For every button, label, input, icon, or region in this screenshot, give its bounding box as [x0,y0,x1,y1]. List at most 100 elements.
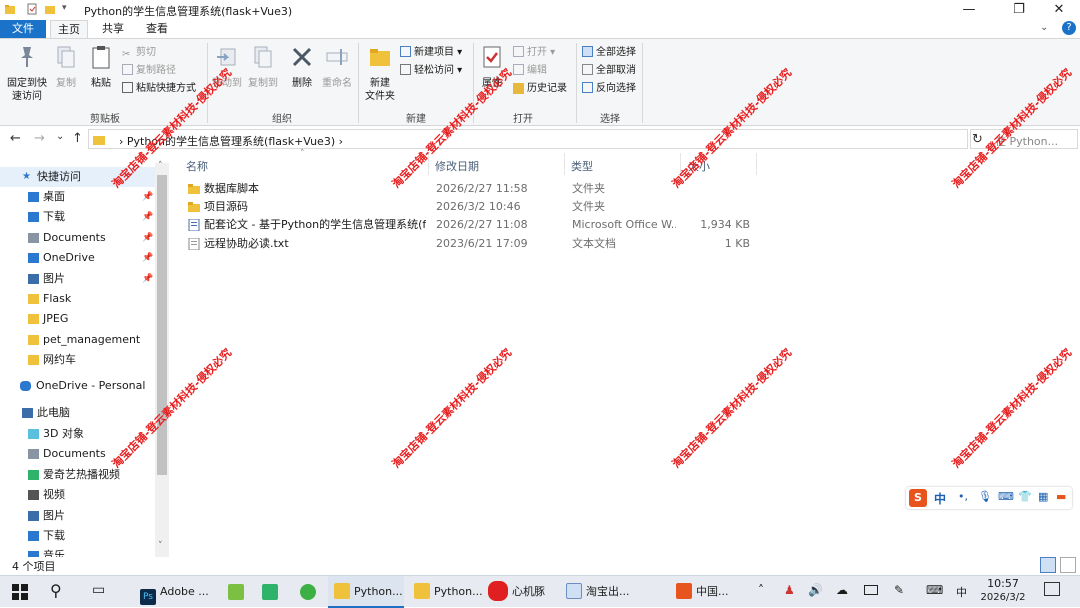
nav-onedrive-personal[interactable]: OneDrive - Personal [0,376,155,396]
nav-item[interactable]: 图片 📌 [0,269,155,289]
clock-time[interactable]: 10:57 [986,577,1020,590]
battery-icon[interactable] [864,585,878,595]
nav-item[interactable]: 下载 [0,526,155,546]
file-row[interactable]: 远程协助必读.txt 2023/6/21 17:09 文本文档 1 KB [186,235,766,253]
new-folder-button[interactable]: 新建 文件夹 [362,43,398,103]
nav-item[interactable]: 网约车 [0,350,155,370]
copy-button[interactable]: 复制 [52,43,80,90]
new-item-button[interactable]: 新建项目 ▾ [400,45,462,60]
ribbon-collapse-icon[interactable]: ⌄ [1040,22,1048,33]
nav-item[interactable]: 下载 📌 [0,207,155,227]
sogou-s-icon[interactable]: S [909,489,927,507]
close-button[interactable]: ✕ [1036,0,1080,20]
tab-home[interactable]: 主页 [50,20,88,38]
taskbar-app-explorer-2[interactable]: Python... [410,576,484,608]
nav-item[interactable]: 桌面 📌 [0,187,155,207]
select-all-button[interactable]: 全部选择 [582,45,636,60]
easy-access-button[interactable]: 轻松访问 ▾ [400,63,462,78]
column-separator[interactable] [564,153,565,175]
paste-shortcut-button[interactable]: 粘贴快捷方式 [122,81,196,96]
search-icon[interactable]: ⚲ [50,581,62,600]
nav-this-pc[interactable]: 此电脑 [0,403,155,423]
details-view-icon[interactable] [1040,557,1056,573]
large-icons-view-icon[interactable] [1060,557,1076,573]
rename-button[interactable]: 重命名 [320,43,354,90]
app-green-icon[interactable] [228,584,244,600]
task-view-icon[interactable]: ▭ [92,582,105,598]
ime-mode-label[interactable]: 中 [934,490,946,507]
pin-icon[interactable]: 📌 [142,228,153,248]
ime-indicator[interactable]: 中 [956,584,967,600]
up-button[interactable]: ↑ [72,131,83,146]
scroll-up-icon[interactable]: ˄ [158,161,163,171]
column-modified[interactable]: 修改日期 [435,158,479,174]
tab-view[interactable]: 查看 [138,20,176,38]
tab-file[interactable]: 文件 [0,20,46,38]
scroll-down-icon[interactable]: ˅ [158,541,163,551]
new-folder-qa-icon[interactable] [44,3,56,15]
recent-locations-button[interactable]: ⌄ [56,131,64,142]
column-type[interactable]: 类型 [571,158,593,174]
copy-to-button[interactable]: 复制到 [246,43,280,90]
back-button[interactable]: ← [10,131,21,146]
nav-item[interactable]: 爱奇艺热播视频 [0,465,155,485]
cloud-tray-icon[interactable]: ☁ [836,583,848,597]
pin-icon[interactable]: 📌 [142,187,153,207]
skin-icon[interactable]: 👕 [1018,490,1032,503]
pen-icon[interactable]: ✎ [894,583,904,597]
iqiyi-icon[interactable] [262,584,278,600]
keyboard-tray-icon[interactable]: ⌨ [926,583,943,597]
nav-item[interactable]: 图片 [0,506,155,526]
microphone-icon[interactable]: 🎙 [978,490,992,503]
column-separator[interactable] [756,153,757,175]
tray-app-icon[interactable]: ♟ [784,583,795,597]
taskbar-app-china[interactable]: 中国... [676,576,746,608]
edit-button[interactable]: 编辑 [513,63,547,78]
help-icon[interactable]: ? [1062,21,1076,35]
keyboard-icon[interactable]: ⌨ [998,490,1014,503]
paste-button[interactable]: 粘贴 [86,43,116,90]
column-name[interactable]: 名称 [186,158,208,174]
tray-chevron-icon[interactable]: ˄ [758,583,764,597]
address-bar[interactable]: › Python的学生信息管理系统(flask+Vue3) › [88,129,968,149]
wechat-icon[interactable] [300,584,316,600]
punctuation-icon[interactable]: •, [958,490,968,503]
history-button[interactable]: 历史记录 [513,81,567,96]
delete-button[interactable]: 删除 [288,43,316,90]
nav-item[interactable]: Flask [0,289,155,309]
tab-share[interactable]: 共享 [94,20,132,38]
minimize-button[interactable]: — [946,0,992,20]
windows-start-icon[interactable] [12,584,28,600]
nav-item[interactable]: pet_management [0,330,155,350]
file-row[interactable]: 配套论文 - 基于Python的学生信息管理系统(fla... 2026/2/27… [186,216,766,234]
forward-button[interactable]: → [34,131,45,146]
copy-path-button[interactable]: 复制路径 [122,63,176,78]
pin-icon[interactable]: 📌 [142,269,153,289]
nav-scrollbar[interactable]: ˄ ˅ [155,161,169,557]
select-none-button[interactable]: 全部取消 [582,63,636,78]
ime-menu-icon[interactable]: ▬ [1056,490,1066,503]
nav-item[interactable]: JPEG [0,309,155,329]
cut-button[interactable]: ✂ 剪切 [122,45,156,60]
taskbar-app-taobao[interactable]: 淘宝出... [566,576,640,608]
pin-icon[interactable]: 📌 [142,248,153,268]
toolbox-icon[interactable]: ▦ [1038,490,1048,503]
nav-item[interactable]: Documents 📌 [0,228,155,248]
clock-date[interactable]: 2026/3/2 [978,592,1028,603]
nav-item[interactable]: 视频 [0,485,155,505]
qa-dropdown-icon[interactable]: ▾ [62,3,74,15]
taskbar-app-xinjitun[interactable]: 心机豚 [488,576,562,608]
taskbar-app-explorer-1[interactable]: Python... [328,576,404,608]
taskbar-app-photoshop[interactable]: Ps Adobe ... [140,576,216,608]
properties-qa-icon[interactable] [26,3,38,15]
pin-icon[interactable]: 📌 [142,207,153,227]
pin-to-quick-access-button[interactable]: 固定到快 速访问 [4,43,50,103]
open-button[interactable]: 打开 ▾ [513,45,555,60]
refresh-button[interactable]: ↻ [972,132,983,147]
nav-item[interactable]: OneDrive 📌 [0,248,155,268]
invert-selection-button[interactable]: 反向选择 [582,81,636,96]
nav-label: 下载 [43,210,65,224]
volume-icon[interactable]: 🔊 [808,583,823,597]
file-row[interactable]: 项目源码 2026/3/2 10:46 文件夹 [186,198,766,216]
notification-icon[interactable] [1044,582,1060,596]
